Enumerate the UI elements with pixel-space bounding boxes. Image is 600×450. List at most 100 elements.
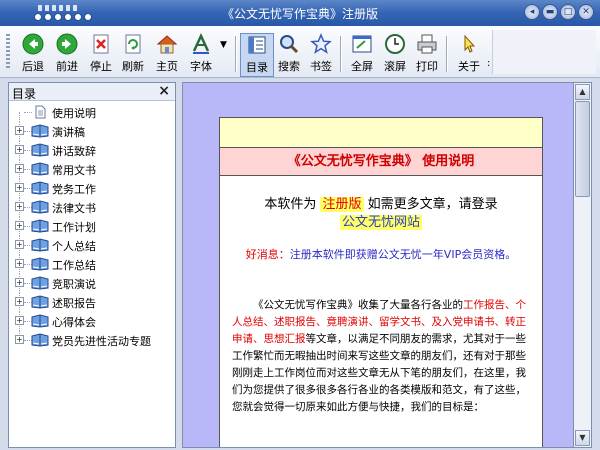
doc-title: 《公文无忧写作宝典》 使用说明 xyxy=(220,148,542,176)
toc-item[interactable]: + 党务工作 xyxy=(9,179,175,198)
toc-item[interactable]: + 竞职演说 xyxy=(9,274,175,293)
toc-item[interactable]: + 党员先进性活动专题 xyxy=(9,331,175,350)
book-icon xyxy=(31,124,49,138)
toolbar-extra-area xyxy=(492,30,596,74)
toc-item-label: 心得体会 xyxy=(52,316,96,329)
system-menu-button[interactable]: ◂ xyxy=(524,4,540,20)
expand-toggle[interactable]: + xyxy=(15,126,24,135)
toc-item[interactable]: + 常用文书 xyxy=(9,160,175,179)
book-icon xyxy=(31,238,49,252)
good-news-label: 好消息： xyxy=(245,248,290,261)
back-button[interactable]: 后退 xyxy=(16,33,50,77)
intro-text-2: 等文章，以满足不同朋友的需求，尤其对于一些工作繁忙而无暇抽出时间来写这些文章的朋… xyxy=(232,333,526,413)
refresh-button[interactable]: 刷新 xyxy=(116,33,150,77)
fullscreen-icon xyxy=(352,35,372,53)
book-icon xyxy=(31,162,49,176)
toc-label: 目录 xyxy=(246,61,268,74)
book-icon xyxy=(31,314,49,328)
close-button[interactable]: ✕ xyxy=(578,4,594,20)
toc-item[interactable]: + 个人总结 xyxy=(9,236,175,255)
toc-item[interactable]: + 讲话致辞 xyxy=(9,141,175,160)
document-page: 《公文无忧写作宝典》 使用说明 本软件为 注册版 如需更多文章，请登录 公文无忧… xyxy=(219,117,543,447)
minimize-button[interactable]: ▬ xyxy=(542,4,558,20)
intro-paragraph: 《公文无忧写作宝典》收集了大量各行各业的工作报告、个人总结、述职报告、竟聘演讲、… xyxy=(232,297,530,416)
toolbar-overflow[interactable]: : xyxy=(487,58,490,69)
expand-toggle[interactable]: + xyxy=(15,240,24,249)
autoscroll-label: 滚屏 xyxy=(384,60,406,73)
forward-button[interactable]: 前进 xyxy=(50,33,84,77)
toc-panel: 目录 × 使用说明 + 演讲稿 + 讲话致辞 + 常用文书 + 党务工作 + 法律文书 + 工作计划 + 个… xyxy=(8,82,176,448)
toc-item-label: 个人总结 xyxy=(52,240,96,253)
print-button[interactable]: 打印 xyxy=(410,33,444,77)
toc-item-label: 述职报告 xyxy=(52,297,96,310)
about-button[interactable]: 关于 xyxy=(452,33,486,77)
fullscreen-button[interactable]: 全屏 xyxy=(345,33,379,77)
toc-item[interactable]: + 工作总结 xyxy=(9,255,175,274)
toc-item-label: 常用文书 xyxy=(52,164,96,177)
toc-item[interactable]: + 法律文书 xyxy=(9,198,175,217)
expand-toggle[interactable]: + xyxy=(15,164,24,173)
stop-icon xyxy=(93,34,109,54)
toc-item-label: 法律文书 xyxy=(52,202,96,215)
home-button[interactable]: 主页 xyxy=(150,33,184,77)
doc-header-band xyxy=(220,118,542,148)
back-arrow-icon xyxy=(22,33,44,55)
back-label: 后退 xyxy=(22,60,44,73)
search-icon xyxy=(280,35,299,54)
registration-notice: 本软件为 注册版 如需更多文章，请登录 公文无忧网站 xyxy=(232,196,530,232)
reg-prefix: 本软件为 xyxy=(264,197,317,212)
bookmark-button[interactable]: 书签 xyxy=(304,33,338,77)
font-button[interactable]: 字体 xyxy=(184,33,218,77)
toc-item[interactable]: 使用说明 xyxy=(9,103,175,122)
font-icon xyxy=(192,33,210,54)
page-icon xyxy=(35,105,46,119)
toc-item[interactable]: + 心得体会 xyxy=(9,312,175,331)
search-label: 搜索 xyxy=(278,60,300,73)
book-icon xyxy=(31,200,49,214)
fullscreen-label: 全屏 xyxy=(351,60,373,73)
stop-label: 停止 xyxy=(90,60,112,73)
toc-item-label: 党务工作 xyxy=(52,183,96,196)
website-link[interactable]: 公文无忧网站 xyxy=(339,215,422,230)
vertical-scrollbar[interactable]: ▲ ▼ xyxy=(574,82,592,448)
star-icon xyxy=(310,33,332,54)
toc-tree: 使用说明 + 演讲稿 + 讲话致辞 + 常用文书 + 党务工作 + 法律文书 + 工作计划 + 个人总结 + 工… xyxy=(9,103,175,350)
toc-item-label: 党员先进性活动专题 xyxy=(52,335,151,348)
toc-item-label: 竞职演说 xyxy=(52,278,96,291)
stop-button[interactable]: 停止 xyxy=(84,33,118,77)
cursor-icon xyxy=(464,34,476,53)
expand-toggle[interactable]: + xyxy=(15,316,24,325)
toolbar-grip[interactable] xyxy=(6,34,10,70)
toc-panel-close-button[interactable]: × xyxy=(158,83,170,99)
toc-item[interactable]: + 工作计划 xyxy=(9,217,175,236)
expand-toggle[interactable]: + xyxy=(15,202,24,211)
toc-item[interactable]: + 演讲稿 xyxy=(9,122,175,141)
forward-arrow-icon xyxy=(56,33,78,55)
content-pane[interactable]: 《公文无忧写作宝典》 使用说明 本软件为 注册版 如需更多文章，请登录 公文无忧… xyxy=(182,82,574,448)
scroll-thumb[interactable] xyxy=(575,101,590,197)
book-icon xyxy=(31,295,49,309)
expand-toggle[interactable]: + xyxy=(15,221,24,230)
autoscroll-button[interactable]: 滚屏 xyxy=(378,33,412,77)
home-label: 主页 xyxy=(156,60,178,73)
about-label: 关于 xyxy=(458,60,480,73)
scroll-up-button[interactable]: ▲ xyxy=(575,84,590,100)
toc-item-label: 讲话致辞 xyxy=(52,145,96,158)
scroll-down-button[interactable]: ▼ xyxy=(575,430,590,446)
toc-item-label: 工作计划 xyxy=(52,221,96,234)
toc-button[interactable]: 目录 xyxy=(240,33,274,77)
expand-toggle[interactable]: + xyxy=(15,335,24,344)
toc-item[interactable]: + 述职报告 xyxy=(9,293,175,312)
maximize-button[interactable]: □ xyxy=(560,4,576,20)
toc-panel-title: 目录 xyxy=(12,87,37,101)
expand-toggle[interactable]: + xyxy=(15,259,24,268)
expand-toggle[interactable]: + xyxy=(15,278,24,287)
book-icon xyxy=(31,181,49,195)
expand-toggle[interactable]: + xyxy=(15,145,24,154)
expand-toggle[interactable]: + xyxy=(15,297,24,306)
registered-version-badge: 注册版 xyxy=(320,197,364,212)
forward-label: 前进 xyxy=(56,60,78,73)
search-button[interactable]: 搜索 xyxy=(272,33,306,77)
expand-toggle[interactable]: + xyxy=(15,183,24,192)
font-dropdown-arrow[interactable]: ▼ xyxy=(220,40,227,50)
